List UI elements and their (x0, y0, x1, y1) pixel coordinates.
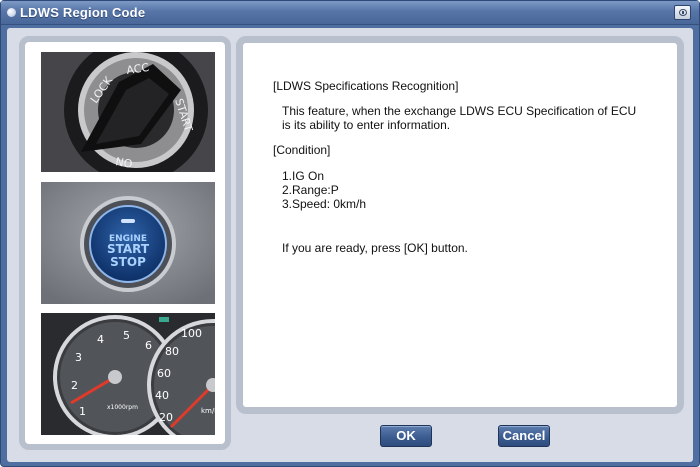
speed-unit: km/h (201, 407, 215, 415)
speed-tick-20: 20 (159, 411, 173, 424)
speed-tick-100: 100 (181, 327, 202, 340)
tach-tick-3: 3 (75, 351, 82, 364)
description-line-2: is its ability to enter information. (282, 118, 451, 132)
title-bar-button[interactable] (674, 5, 691, 20)
stop-label: STOP (110, 255, 146, 269)
message-panel: [LDWS Specifications Recognition] This f… (236, 36, 684, 414)
tach-tick-1: 1 (79, 405, 86, 418)
speed-tick-80: 80 (165, 345, 179, 358)
description-line-1: This feature, when the exchange LDWS ECU… (282, 104, 637, 118)
dialog-body: LOCK ACC START ON ENGINE START STOP 1 2 … (7, 28, 693, 462)
tach-tick-4: 4 (97, 333, 104, 346)
ready-instruction: If you are ready, press [OK] button. (282, 241, 468, 255)
camera-icon (679, 9, 687, 16)
speed-tick-40: 40 (155, 389, 169, 402)
gauge-cluster-image: 1 2 3 4 5 6 x1000rpm 20 40 60 80 100 km/… (41, 313, 215, 435)
tach-tick-2: 2 (71, 379, 78, 392)
cancel-button[interactable]: Cancel (498, 425, 550, 447)
start-label: START (107, 242, 150, 256)
condition-item: 2.Range:P (282, 183, 339, 197)
ok-button[interactable]: OK (380, 425, 432, 447)
image-panel: LOCK ACC START ON ENGINE START STOP 1 2 … (19, 36, 231, 450)
dialog-window: LDWS Region Code LOCK ACC START ON ENGIN… (0, 0, 700, 467)
ignition-key-image: LOCK ACC START ON (41, 52, 215, 172)
condition-item: 1.IG On (282, 169, 325, 183)
window-title: LDWS Region Code (20, 5, 146, 20)
speed-tick-60: 60 (157, 367, 171, 380)
tach-tick-5: 5 (123, 329, 130, 342)
specification-heading: [LDWS Specifications Recognition] (273, 79, 459, 93)
tach-tick-6: 6 (145, 339, 152, 352)
condition-heading: [Condition] (273, 143, 331, 157)
message-text: [LDWS Specifications Recognition] This f… (273, 79, 673, 255)
condition-list: 1.IG On 2.Range:P 3.Speed: 0km/h (273, 169, 673, 211)
app-icon (7, 8, 16, 17)
tach-unit: x1000rpm (107, 404, 138, 411)
start-stop-button-image: ENGINE START STOP (41, 182, 215, 304)
title-bar[interactable]: LDWS Region Code (1, 1, 699, 25)
condition-item: 3.Speed: 0km/h (282, 197, 367, 211)
description-paragraph: This feature, when the exchange LDWS ECU… (273, 104, 673, 132)
